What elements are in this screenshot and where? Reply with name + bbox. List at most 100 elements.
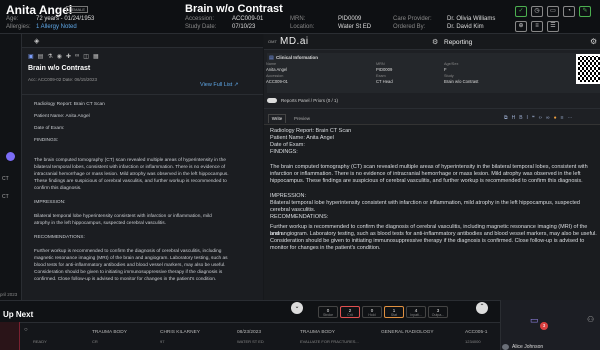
ci-age-label: Age/Sex (444, 62, 459, 66)
chat-icon[interactable]: ▭ (547, 6, 559, 17)
link-icon[interactable]: ∞ (546, 115, 550, 121)
doc-line: confirmed. Close follow-up is advised to… (34, 277, 217, 282)
stat-hold[interactable]: 0 Hold (362, 306, 382, 318)
provider-label: Care Provider: (393, 16, 432, 22)
doc-line: Further workup is recommended to confirm… (34, 249, 222, 254)
ci-mrn-label: MRN (376, 62, 385, 66)
timer-icon[interactable]: ◔ (563, 6, 575, 17)
stat-stroke[interactable]: 0 Stroke (318, 306, 338, 318)
link-icon[interactable]: ∞ (75, 53, 79, 60)
editor-line: cerebral vasculitis. (270, 207, 316, 213)
image-icon[interactable]: ▤ (38, 53, 44, 60)
mrn-value: PID0009 (338, 16, 362, 22)
code-icon[interactable]: ‹› (539, 115, 542, 121)
editor-line: Patient Name: Anita Angel (270, 135, 334, 141)
un-date: 08/23/2023 (237, 330, 262, 335)
target-icon[interactable]: ⊕ (515, 21, 527, 32)
editor-line: monitor for changes in the patient's con… (270, 245, 381, 251)
ct-label-1: CT (2, 176, 9, 182)
list-icon[interactable]: ≡ (561, 115, 564, 121)
stat-outpatient[interactable]: 3 Outpa... (428, 306, 448, 318)
reports-panel-toggle[interactable] (267, 98, 277, 103)
italic-icon[interactable]: I (527, 115, 528, 121)
clock-icon[interactable]: ◷ (531, 6, 543, 17)
doc-toolbar: ◈ (22, 34, 263, 48)
un-id: 1234000 (465, 339, 481, 344)
doc-line: Bilateral temporal lobe hyperintensity c… (34, 214, 212, 219)
editor-line: RECOMMENDATIONS: (270, 214, 329, 220)
menu-icon[interactable]: ☰ (547, 21, 559, 32)
reporting-title: Reporting (444, 39, 473, 46)
flask-icon[interactable]: ⚗ (47, 53, 52, 60)
tab-write[interactable]: Write (268, 114, 286, 123)
bold-icon[interactable]: B (519, 115, 522, 121)
document-icon[interactable]: ▣ (28, 53, 34, 60)
avatar (502, 344, 509, 350)
editor-line: Radiology Report: Brain CT Scan (270, 128, 352, 134)
list-icon[interactable]: ≡ (531, 21, 543, 32)
doc-line: RECOMMENDATIONS: (34, 235, 85, 240)
doc-acc-line: Acc: ACC009-02 Date: 06/15/2023 (28, 77, 98, 82)
un-acc: ACC005-1 (465, 330, 488, 335)
settings-icon[interactable]: ⚙ (590, 37, 597, 46)
copy-icon[interactable]: ⧉ (504, 115, 508, 121)
un-age: 97 (160, 339, 165, 344)
doc-line: atrophy in the left hippocampus, suspect… (34, 221, 166, 226)
un-modality: CR (92, 339, 98, 344)
prior-report-panel: ◈ ▣ ▤ ⚗ ◉ ✚ ∞ ◫ ▦ Brain w/o Contrast Acc… (22, 34, 263, 300)
omt-label: OMT (268, 39, 277, 44)
chat-contact-name[interactable]: Alice Johnson (512, 344, 543, 350)
chevron-up-icon[interactable]: ⌃ (476, 302, 488, 314)
syringe-icon[interactable]: ✚ (66, 53, 71, 60)
editor-line: Bilateral temporal lobe hyperintensity c… (270, 200, 580, 206)
reports-panel-label: Reports Panel / Priors (0 / 1) (281, 98, 339, 103)
doc-line: intracranial hemorrhage or mass lesion. … (34, 172, 229, 177)
layers-icon[interactable]: ◈ (34, 37, 39, 45)
gear-icon[interactable]: ⚙ (432, 38, 438, 46)
editor-line: The brain computed tomography (CT) scan … (270, 164, 588, 170)
ci-name-label: Name (266, 62, 277, 66)
more-icon[interactable]: ⋯ (568, 115, 573, 121)
doc-line: Patient Name: Anita Angel (34, 114, 90, 119)
allergies-link[interactable]: 1 Allergy Noted (36, 24, 77, 30)
file-icon[interactable]: ▦ (93, 53, 99, 60)
chat-icon[interactable]: ▭ (530, 315, 539, 326)
doc-line: blood tests for anti-inflammatory antibo… (34, 263, 226, 268)
scan-icon[interactable]: ◫ (83, 53, 89, 60)
study-date-value: 07/10/23 (232, 24, 256, 30)
doc-line: magnetic resonance imaging (MRI) of the … (34, 256, 228, 261)
ci-acc: ACC009-01 (266, 79, 288, 84)
tab-preview[interactable]: Preview (294, 116, 310, 121)
allergies-label: Allergies: (6, 24, 31, 30)
doc-title: Brain w/o Contrast (28, 65, 91, 72)
doc-line: These findings are suspicious of cerebra… (34, 179, 227, 184)
stat-crit[interactable]: 2 Crit (340, 306, 360, 318)
priority-marker (0, 322, 20, 350)
users-icon[interactable]: ⚇ (587, 315, 594, 324)
timeline-dot[interactable] (6, 152, 15, 161)
heading-icon[interactable]: H (512, 115, 516, 121)
doc-line: FINDINGS: (34, 138, 59, 143)
checklist-icon[interactable]: ✓ (515, 6, 527, 17)
toolbar-icons: ✓ ◷ ▭ ◔ ✎ ⊕ ≡ ☰ (515, 6, 600, 32)
ci-study: Brain w/o Contrast (444, 79, 479, 84)
pill-icon[interactable]: ◉ (57, 53, 62, 60)
view-full-list-link[interactable]: View Full List ↗ (200, 82, 238, 88)
patient-name: Anita Angel (6, 3, 73, 17)
editor-line: IMPRESSION: (270, 193, 307, 199)
un-exam: TRAUMA BODY (92, 330, 127, 335)
mdai-logo: MD.ai (280, 36, 309, 47)
divider (22, 94, 263, 95)
quote-icon[interactable]: ❝ (532, 115, 535, 121)
stat-stat[interactable]: 1 Stat (384, 306, 404, 318)
chevron-down-icon[interactable]: ⌄ (291, 302, 303, 314)
edit-icon[interactable]: ✎ (579, 6, 591, 17)
stat-inpatient[interactable]: 4 Inpati... (406, 306, 426, 318)
doc-line: Consideration should be given to initiat… (34, 270, 223, 275)
qr-code (576, 54, 600, 84)
ci-exam: CT Head (376, 79, 393, 84)
un-dept: GENERAL RADIOLOGY (381, 330, 434, 335)
divider (264, 108, 600, 109)
microphone-icon[interactable]: ● (554, 115, 557, 121)
doc-tools: ▣ ▤ ⚗ ◉ ✚ ∞ ◫ ▦ (28, 53, 99, 60)
